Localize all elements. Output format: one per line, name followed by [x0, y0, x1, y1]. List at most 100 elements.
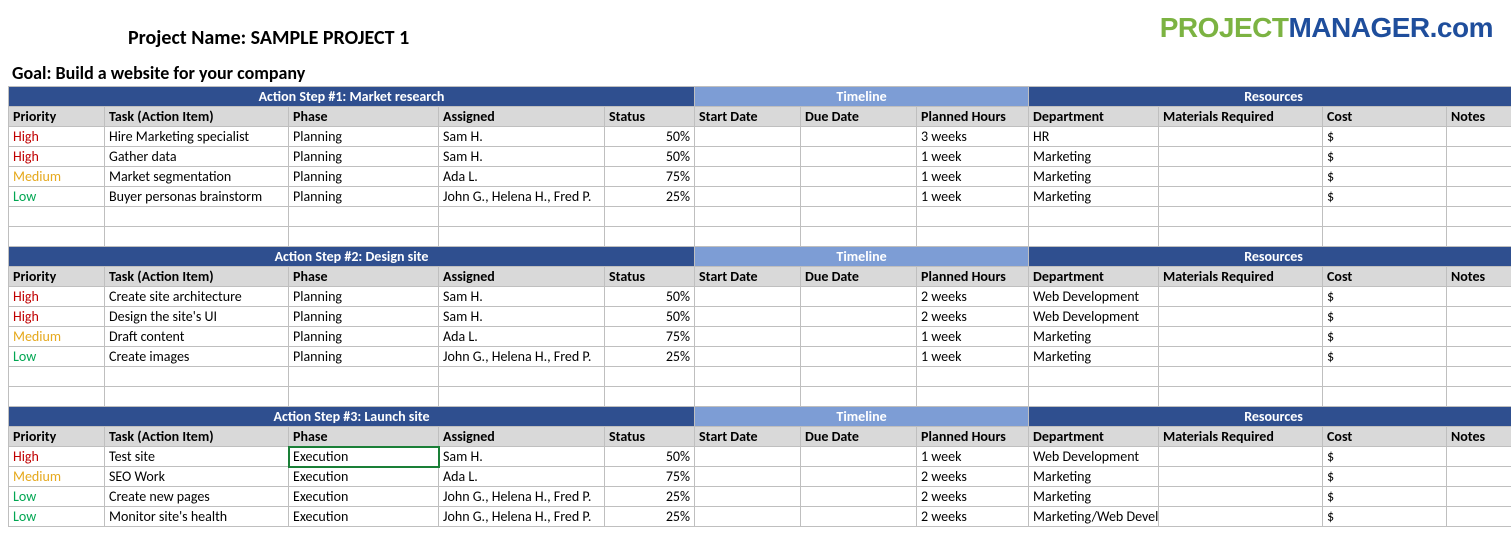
- cell-assigned[interactable]: Ada L.: [439, 467, 605, 487]
- blank-cell[interactable]: [695, 387, 801, 407]
- cell-start[interactable]: [695, 187, 801, 207]
- blank-cell[interactable]: [1159, 227, 1323, 247]
- cell-assigned[interactable]: John G., Helena H., Fred P.: [439, 347, 605, 367]
- cell-phase[interactable]: Planning: [289, 147, 439, 167]
- blank-cell[interactable]: [105, 367, 289, 387]
- cell-assigned[interactable]: Sam H.: [439, 127, 605, 147]
- table-row[interactable]: HighHire Marketing specialistPlanningSam…: [9, 127, 1511, 147]
- cell-start[interactable]: [695, 507, 801, 527]
- cell-materials[interactable]: [1159, 127, 1323, 147]
- blank-cell[interactable]: [105, 207, 289, 227]
- cell-start[interactable]: [695, 147, 801, 167]
- cell-status[interactable]: 75%: [605, 327, 695, 347]
- table-row[interactable]: LowMonitor site's healthExecutionJohn G.…: [9, 507, 1511, 527]
- cell-priority[interactable]: Medium: [9, 467, 105, 487]
- blank-cell[interactable]: [1447, 387, 1511, 407]
- cell-planned[interactable]: 1 week: [917, 167, 1029, 187]
- blank-row[interactable]: [9, 367, 1511, 387]
- cell-task[interactable]: Create new pages: [105, 487, 289, 507]
- blank-cell[interactable]: [695, 367, 801, 387]
- cell-notes[interactable]: [1447, 507, 1511, 527]
- cell-status[interactable]: 50%: [605, 287, 695, 307]
- cell-dept[interactable]: Marketing: [1029, 347, 1159, 367]
- cell-cost[interactable]: $: [1323, 147, 1447, 167]
- blank-cell[interactable]: [1159, 207, 1323, 227]
- blank-cell[interactable]: [801, 227, 917, 247]
- blank-cell[interactable]: [1323, 387, 1447, 407]
- cell-status[interactable]: 25%: [605, 347, 695, 367]
- cell-notes[interactable]: [1447, 167, 1511, 187]
- cell-materials[interactable]: [1159, 287, 1323, 307]
- cell-planned[interactable]: 1 week: [917, 347, 1029, 367]
- cell-cost[interactable]: $: [1323, 187, 1447, 207]
- cell-planned[interactable]: 2 weeks: [917, 507, 1029, 527]
- cell-cost[interactable]: $: [1323, 127, 1447, 147]
- blank-cell[interactable]: [9, 227, 105, 247]
- blank-cell[interactable]: [1323, 227, 1447, 247]
- table-row[interactable]: HighTest siteExecutionSam H.50%1 weekWeb…: [9, 447, 1511, 467]
- blank-cell[interactable]: [9, 207, 105, 227]
- blank-row[interactable]: [9, 227, 1511, 247]
- cell-assigned[interactable]: Sam H.: [439, 307, 605, 327]
- cell-materials[interactable]: [1159, 307, 1323, 327]
- cell-status[interactable]: 25%: [605, 187, 695, 207]
- cell-due[interactable]: [801, 467, 917, 487]
- cell-materials[interactable]: [1159, 187, 1323, 207]
- cell-dept[interactable]: Marketing: [1029, 327, 1159, 347]
- cell-notes[interactable]: [1447, 287, 1511, 307]
- cell-priority[interactable]: Medium: [9, 327, 105, 347]
- cell-due[interactable]: [801, 507, 917, 527]
- cell-cost[interactable]: $: [1323, 487, 1447, 507]
- cell-cost[interactable]: $: [1323, 287, 1447, 307]
- cell-notes[interactable]: [1447, 187, 1511, 207]
- cell-status[interactable]: 25%: [605, 507, 695, 527]
- cell-planned[interactable]: 2 weeks: [917, 487, 1029, 507]
- cell-priority[interactable]: Low: [9, 507, 105, 527]
- cell-phase[interactable]: Planning: [289, 327, 439, 347]
- blank-cell[interactable]: [1159, 387, 1323, 407]
- cell-due[interactable]: [801, 487, 917, 507]
- cell-phase[interactable]: Planning: [289, 127, 439, 147]
- cell-planned[interactable]: 3 weeks: [917, 127, 1029, 147]
- cell-dept[interactable]: Marketing/Web Development: [1029, 507, 1159, 527]
- cell-cost[interactable]: $: [1323, 327, 1447, 347]
- blank-cell[interactable]: [1447, 207, 1511, 227]
- cell-priority[interactable]: Medium: [9, 167, 105, 187]
- cell-task[interactable]: Monitor site's health: [105, 507, 289, 527]
- blank-cell[interactable]: [605, 227, 695, 247]
- cell-notes[interactable]: [1447, 147, 1511, 167]
- cell-task[interactable]: Draft content: [105, 327, 289, 347]
- blank-cell[interactable]: [105, 227, 289, 247]
- cell-notes[interactable]: [1447, 347, 1511, 367]
- cell-due[interactable]: [801, 167, 917, 187]
- cell-planned[interactable]: 2 weeks: [917, 307, 1029, 327]
- cell-task[interactable]: SEO Work: [105, 467, 289, 487]
- cell-phase[interactable]: Planning: [289, 287, 439, 307]
- cell-due[interactable]: [801, 147, 917, 167]
- cell-task[interactable]: Hire Marketing specialist: [105, 127, 289, 147]
- blank-cell[interactable]: [439, 387, 605, 407]
- cell-status[interactable]: 25%: [605, 487, 695, 507]
- cell-materials[interactable]: [1159, 327, 1323, 347]
- cell-start[interactable]: [695, 467, 801, 487]
- blank-cell[interactable]: [289, 387, 439, 407]
- table-row[interactable]: LowCreate new pagesExecutionJohn G., Hel…: [9, 487, 1511, 507]
- blank-cell[interactable]: [1447, 367, 1511, 387]
- cell-assigned[interactable]: Ada L.: [439, 167, 605, 187]
- cell-notes[interactable]: [1447, 327, 1511, 347]
- cell-assigned[interactable]: Sam H.: [439, 147, 605, 167]
- cell-phase[interactable]: Execution: [289, 507, 439, 527]
- blank-cell[interactable]: [917, 387, 1029, 407]
- cell-notes[interactable]: [1447, 307, 1511, 327]
- blank-cell[interactable]: [801, 367, 917, 387]
- cell-dept[interactable]: Marketing: [1029, 147, 1159, 167]
- cell-materials[interactable]: [1159, 347, 1323, 367]
- blank-cell[interactable]: [439, 227, 605, 247]
- cell-dept[interactable]: Marketing: [1029, 167, 1159, 187]
- blank-cell[interactable]: [9, 387, 105, 407]
- table-row[interactable]: MediumMarket segmentationPlanningAda L.7…: [9, 167, 1511, 187]
- cell-priority[interactable]: High: [9, 447, 105, 467]
- blank-cell[interactable]: [289, 227, 439, 247]
- cell-dept[interactable]: Marketing: [1029, 467, 1159, 487]
- cell-task[interactable]: Design the site's UI: [105, 307, 289, 327]
